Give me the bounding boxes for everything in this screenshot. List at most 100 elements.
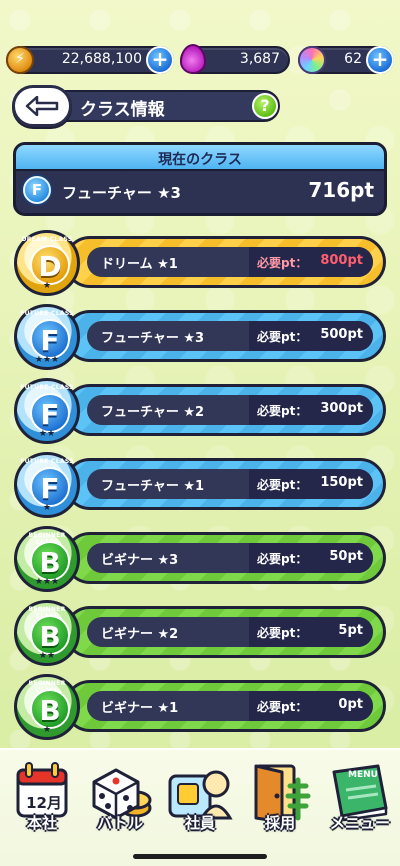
medal-stars: ★: [42, 725, 52, 735]
requirement-area: 必要pt： 800pt: [249, 247, 373, 277]
beginner-class-medal-icon: BEGINNER CLASS B ★: [14, 674, 80, 740]
requirement-area: 必要pt： 500pt: [249, 321, 373, 351]
medal-letter: F: [30, 319, 70, 359]
requirement-value: 50pt: [329, 549, 363, 564]
resource-bar: ⚡ 22,688,100 + 3,687 62 +: [6, 44, 394, 74]
requirement-label: 必要pt：: [257, 256, 308, 270]
requirement-label: 必要pt：: [257, 478, 308, 492]
class-bar: フューチャー ★2 必要pt： 300pt: [64, 384, 386, 436]
medal-stars: ★: [42, 503, 52, 513]
medal-stars: ★★: [38, 429, 56, 439]
medal-stars: ★★★: [34, 355, 60, 365]
medal-letter: B: [30, 615, 70, 655]
requirement-value: 150pt: [320, 475, 363, 490]
class-bar-inner: ドリーム ★1 必要pt： 800pt: [87, 247, 373, 277]
class-bar: ビギナー ★3 必要pt： 50pt: [64, 532, 386, 584]
purple-drop-icon: [180, 44, 206, 74]
future-class-medal-icon: FUTURE CLASS F ★★★: [14, 304, 80, 370]
class-row: ビギナー ★3 必要pt： 50pt BEGINNER CLASS B ★★★: [14, 526, 386, 592]
class-bar-inner: ビギナー ★3 必要pt： 50pt: [87, 543, 373, 573]
class-bar-inner: フューチャー ★3 必要pt： 500pt: [87, 321, 373, 351]
coin-icon: ⚡: [6, 46, 34, 74]
class-bar-inner: フューチャー ★2 必要pt： 300pt: [87, 395, 373, 425]
class-bar: フューチャー ★3 必要pt： 500pt: [64, 310, 386, 362]
class-bar-inner: ビギナー ★1 必要pt： 0pt: [87, 691, 373, 721]
current-class-badge-icon: F: [23, 176, 51, 204]
class-bar-inner: フューチャー ★1 必要pt： 150pt: [87, 469, 373, 499]
requirement-area: 必要pt： 50pt: [249, 543, 373, 573]
nav-menu-button[interactable]: MENU メニュー: [322, 756, 398, 842]
medal-caption: FUTURE CLASS: [20, 458, 74, 465]
class-name: ビギナー ★1: [101, 701, 179, 716]
current-class-heading: 現在のクラス: [158, 152, 242, 168]
class-list[interactable]: ドリーム ★1 必要pt： 800pt DREAM CLASS D ★ フューチ…: [0, 228, 400, 748]
back-button[interactable]: [12, 85, 72, 127]
home-indicator: [133, 854, 267, 859]
class-name: フューチャー ★2: [101, 405, 205, 420]
page-title: クラス情報: [80, 100, 165, 120]
medal-caption: FUTURE CLASS: [20, 310, 74, 317]
dream-class-medal-icon: DREAM CLASS D ★: [14, 230, 80, 296]
class-row: フューチャー ★2 必要pt： 300pt FUTURE CLASS F ★★: [14, 378, 386, 444]
requirement-label: 必要pt：: [257, 330, 308, 344]
class-bar: ビギナー ★2 必要pt： 5pt: [64, 606, 386, 658]
requirement-label: 必要pt：: [257, 626, 308, 640]
medal-caption: DREAM CLASS: [21, 236, 73, 243]
requirement-value: 500pt: [320, 327, 363, 342]
requirement-label: 必要pt：: [257, 552, 308, 566]
medal-caption: FUTURE CLASS: [20, 384, 74, 391]
class-name: フューチャー ★3: [101, 331, 205, 346]
class-name: ビギナー ★2: [101, 627, 179, 642]
rainbow-orb-icon: [298, 46, 326, 74]
drop-value: 3,687: [239, 51, 280, 67]
class-row: ドリーム ★1 必要pt： 800pt DREAM CLASS D ★: [14, 230, 386, 296]
medal-stars: ★: [42, 281, 52, 291]
beginner-class-medal-icon: BEGINNER CLASS B ★★★: [14, 526, 80, 592]
coin-value: 22,688,100: [61, 51, 142, 67]
nav-recruit-button[interactable]: 採用: [242, 756, 318, 842]
class-row: フューチャー ★3 必要pt： 500pt FUTURE CLASS F ★★★: [14, 304, 386, 370]
requirement-label: 必要pt：: [257, 700, 308, 714]
requirement-area: 必要pt： 300pt: [249, 395, 373, 425]
medal-letter: D: [30, 245, 70, 285]
help-button[interactable]: ?: [252, 93, 278, 119]
drop-counter: 3,687: [180, 44, 290, 74]
orb-value: 62: [344, 51, 362, 67]
class-name: フューチャー ★1: [101, 479, 205, 494]
requirement-value: 800pt: [320, 253, 363, 268]
nav-label: 社員: [184, 814, 215, 832]
medal-letter: B: [30, 689, 70, 729]
nav-label: 採用: [264, 814, 295, 832]
nav-headquarters-button[interactable]: 12月 本社: [4, 756, 80, 842]
medal-stars: ★★: [38, 651, 56, 661]
requirement-area: 必要pt： 0pt: [249, 691, 373, 721]
class-bar: ドリーム ★1 必要pt： 800pt: [64, 236, 386, 288]
requirement-value: 5pt: [338, 623, 363, 638]
menu-tag: MENU: [348, 770, 378, 780]
current-class-header: 現在のクラス: [16, 145, 384, 171]
class-row: フューチャー ★1 必要pt： 150pt FUTURE CLASS F ★: [14, 452, 386, 518]
requirement-label: 必要pt：: [257, 404, 308, 418]
medal-letter: B: [30, 541, 70, 581]
medal-stars: ★★★: [34, 577, 60, 587]
nav-employees-button[interactable]: 社員: [162, 756, 238, 842]
current-class-name: フューチャー ★3: [62, 184, 181, 202]
add-orbs-button[interactable]: +: [366, 46, 394, 74]
requirement-area: 必要pt： 5pt: [249, 617, 373, 647]
nav-label: メニュー: [329, 814, 390, 832]
calendar-text: 12月: [26, 794, 62, 812]
nav-battle-button[interactable]: バトル: [82, 756, 158, 842]
class-bar-inner: ビギナー ★2 必要pt： 5pt: [87, 617, 373, 647]
requirement-value: 0pt: [338, 697, 363, 712]
class-name: ビギナー ★3: [101, 553, 179, 568]
add-coins-button[interactable]: +: [146, 46, 174, 74]
requirement-value: 300pt: [320, 401, 363, 416]
medal-letter: F: [30, 393, 70, 433]
class-bar: フューチャー ★1 必要pt： 150pt: [64, 458, 386, 510]
class-row: ビギナー ★1 必要pt： 0pt BEGINNER CLASS B ★: [14, 674, 386, 740]
future-class-medal-icon: FUTURE CLASS F ★★: [14, 378, 80, 444]
medal-letter: F: [30, 467, 70, 507]
future-class-medal-icon: FUTURE CLASS F ★: [14, 452, 80, 518]
orb-counter: 62 +: [298, 46, 394, 74]
class-row: ビギナー ★2 必要pt： 5pt BEGINNER CLASS B ★★: [14, 600, 386, 666]
